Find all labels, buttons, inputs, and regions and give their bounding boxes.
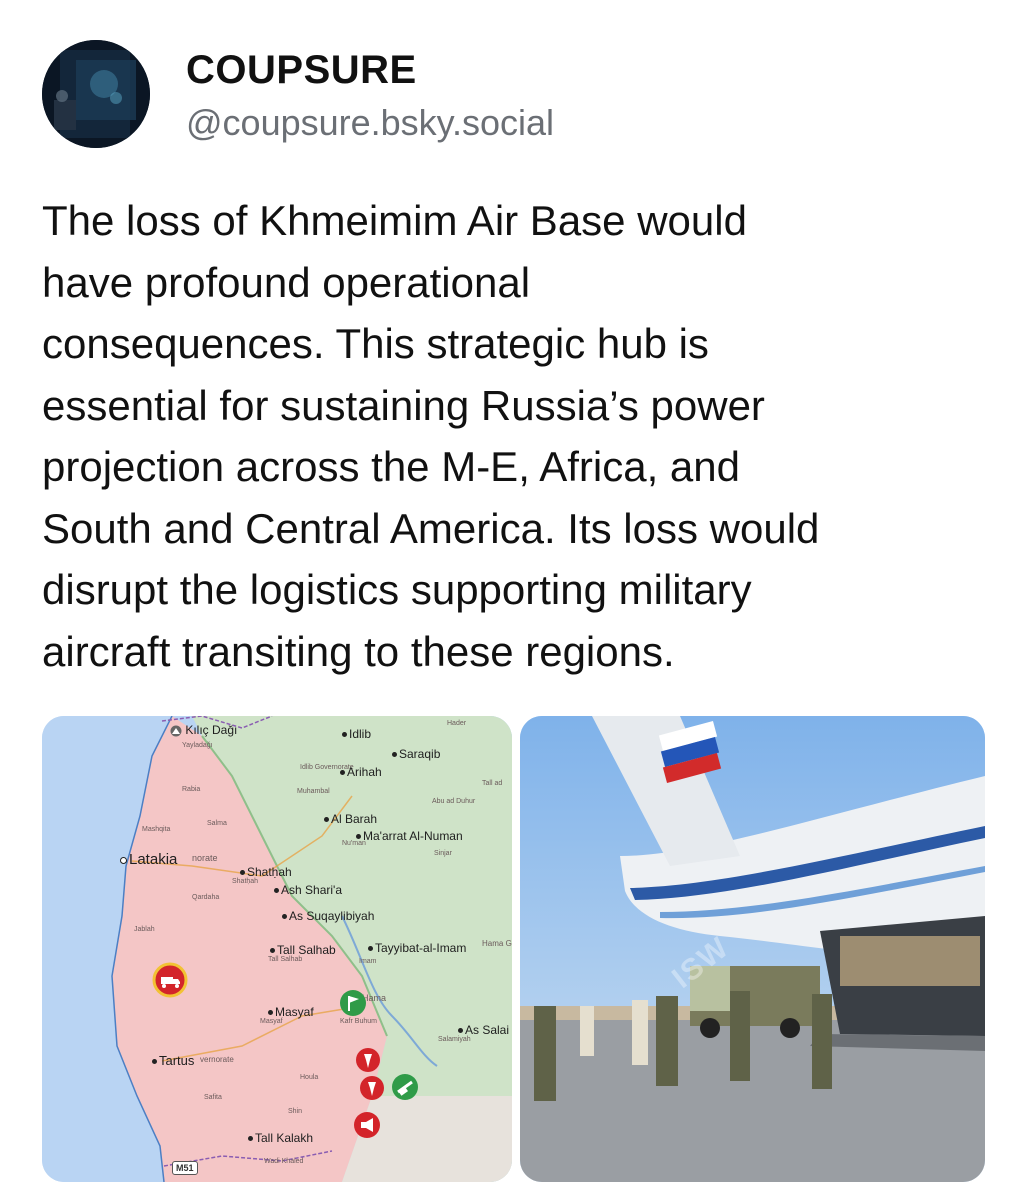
map-image[interactable]: Kılıç Dağı Yayladağı Idlib Hader Idlib G…: [42, 716, 512, 1182]
map-label-tall-kalakh: Tall Kalakh: [248, 1132, 313, 1144]
map-label-as-suqaylibiyah: As Suqaylibiyah: [282, 910, 374, 922]
map-label-wadi-khaled: Wadi Khaled: [264, 1158, 304, 1165]
map-label-shathah: Shatḥah: [240, 866, 292, 878]
map-label-qardaha: Qardaha: [192, 894, 220, 901]
map-label-tall-salhab-small: Tall Salhab: [268, 956, 303, 963]
map-dot: [274, 888, 279, 894]
map-label-al-barah-text: Al Barah: [331, 812, 378, 826]
map-label-tartus: Tartus: [152, 1054, 194, 1067]
clash-marker-icon[interactable]: [358, 1074, 386, 1102]
map-label-arihah-text: Arihah: [347, 765, 382, 779]
map-label-tall-kalakh-text: Tall Kalakh: [255, 1131, 314, 1145]
map-label-tayyibat: Tayyibat-al-Imam: [368, 942, 466, 954]
map-label-masyaf-text: Masyaf: [275, 1005, 314, 1019]
map-label-shin: Shin: [288, 1108, 303, 1115]
map-label-tall-salhab: Tall Salhab: [270, 944, 336, 956]
clash-marker-icon[interactable]: [354, 1046, 382, 1074]
map-dot: [248, 1136, 253, 1142]
map-label-jablah: Jablah: [134, 926, 155, 933]
map-label-imam: Imam: [359, 958, 377, 965]
author-name[interactable]: COUPSURE: [186, 48, 417, 93]
map-label-tartus-gov: vernorate: [200, 1055, 234, 1064]
map-label-idlib: Idlib: [342, 728, 371, 740]
map-label-as-salamiyah-text: As Salai: [465, 1023, 510, 1037]
mountain-icon: [170, 725, 182, 737]
map-label-mashqita: Mashqita: [142, 826, 171, 833]
map-dot: [458, 1028, 463, 1034]
map-label-saraqib: Saraqib: [392, 748, 440, 760]
tank-marker-icon[interactable]: [390, 1072, 420, 1102]
map-label-safita: Safita: [204, 1094, 222, 1101]
truck-marker-icon[interactable]: [152, 962, 188, 998]
author-handle[interactable]: @coupsure.bsky.social: [186, 102, 554, 144]
map-label-muhambal: Muhambal: [297, 788, 330, 795]
map-label-tall-ad: Tall ad: [482, 780, 503, 787]
map-label-tall-salhab-text: Tall Salhab: [277, 943, 336, 957]
map-label-sinjar: Sinjar: [434, 850, 452, 857]
megaphone-marker-icon[interactable]: [352, 1110, 382, 1140]
map-city-dot: [120, 856, 127, 864]
map-dot: [392, 752, 397, 758]
aircraft-photo[interactable]: ISW: [520, 716, 985, 1182]
map-label-masyaf: Masyaf: [268, 1006, 314, 1018]
map-label-tartus-text: Tartus: [159, 1053, 195, 1068]
map-label-shathah-small: Shatḥah: [232, 878, 259, 885]
map-label-maarrat-text: Ma'arrat Al-Numan: [363, 829, 463, 843]
map-label-rabia: Rabia: [182, 786, 201, 793]
map-dot: [368, 946, 373, 952]
map-label-houla: Houla: [300, 1074, 319, 1081]
map-label-hader: Hader: [447, 720, 467, 727]
post-text: The loss of Khmeimim Air Base would have…: [42, 197, 820, 675]
map-label-as-salamiyah: As Salai: [458, 1024, 509, 1036]
map-label-abu-ad-duhur: Abu ad Duhur: [432, 798, 476, 805]
map-label-saraqib-text: Saraqib: [399, 747, 441, 761]
map-dot: [268, 1010, 273, 1016]
map-label-numan: Nu'man: [342, 840, 366, 847]
map-label-latakia: Latakia: [120, 852, 177, 867]
map-label-kilic-dagi-text: Kılıç Dağı: [185, 723, 238, 737]
map-dot: [324, 817, 329, 823]
map-dot: [282, 914, 287, 920]
map-label-tayyibat-text: Tayyibat-al-Imam: [375, 941, 467, 955]
map-label-latakia-gov: norate: [192, 853, 218, 863]
map-dot: [240, 870, 245, 876]
map-label-as-suqaylibiyah-text: As Suqaylibiyah: [289, 909, 375, 923]
map-label-salma: Salma: [207, 820, 227, 827]
map-label-salamiyah: Salamiyah: [438, 1036, 471, 1043]
map-label-ash-sharia-text: Ash Shari'a: [281, 883, 342, 897]
road-sign-m51: M51: [172, 1161, 198, 1175]
avatar[interactable]: [42, 40, 150, 148]
map-label-hama-gov: Hama G: [482, 939, 512, 948]
map-label-kilic-dagi: Kılıç Dağı: [170, 724, 237, 737]
map-label-kafr-buhum: Kafr Buhum: [340, 1018, 377, 1025]
map-dot: [340, 770, 345, 776]
map-label-al-barah: Al Barah: [324, 813, 377, 825]
map-label-arihah: Arihah: [340, 766, 382, 778]
map-label-ash-sharia: Ash Shari'a: [274, 884, 342, 896]
map-label-shathah-text: Shatḥah: [247, 865, 292, 879]
map-label-latakia-text: Latakia: [129, 851, 178, 868]
aircraft-photo-scene: [520, 716, 985, 1182]
flag-marker-icon[interactable]: [338, 988, 368, 1018]
map-label-idlib-text: Idlib: [349, 727, 372, 741]
map-label-masyaf-small: Masyaf: [260, 1018, 283, 1025]
map-label-maarrat: Ma'arrat Al-Numan: [356, 830, 463, 842]
map-dot: [152, 1059, 157, 1065]
map-dot: [356, 834, 361, 840]
map-dot: [342, 732, 347, 738]
avatar-image: [42, 40, 150, 148]
map-dot: [270, 948, 275, 954]
map-label-yayladagi: Yayladağı: [182, 742, 213, 749]
